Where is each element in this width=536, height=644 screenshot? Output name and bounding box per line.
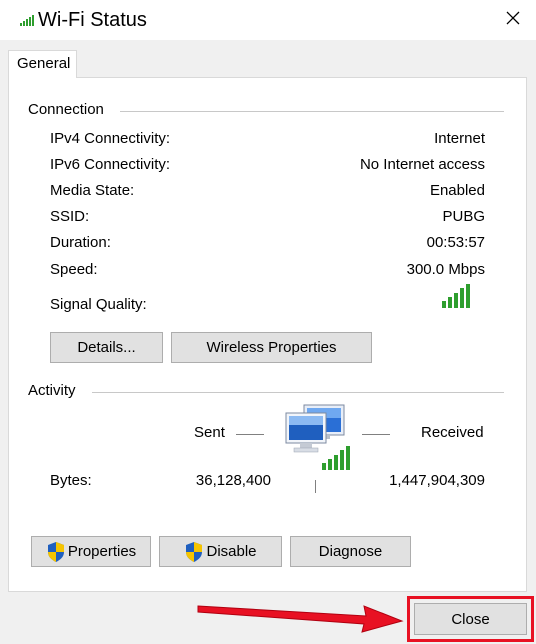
window-title: Wi-Fi Status xyxy=(38,9,147,31)
details-button[interactable]: Details... xyxy=(50,332,163,363)
close-icon xyxy=(506,11,520,25)
received-line xyxy=(362,434,390,435)
ipv4-value: Internet xyxy=(434,130,485,147)
properties-button[interactable]: Properties xyxy=(31,536,151,567)
wifi-signal-icon xyxy=(20,15,34,26)
connection-heading: Connection xyxy=(28,101,110,118)
window-close-button[interactable] xyxy=(490,0,536,36)
duration-value: 00:53:57 xyxy=(426,234,485,251)
ipv4-label: IPv4 Connectivity: xyxy=(50,130,171,147)
activity-divider xyxy=(92,392,504,393)
activity-separator xyxy=(315,480,316,493)
bytes-sent-value: 36,128,400 xyxy=(195,472,271,489)
red-arrow-icon xyxy=(197,605,404,633)
connection-divider xyxy=(120,111,504,112)
diagnose-button[interactable]: Diagnose xyxy=(290,536,411,567)
sent-line xyxy=(236,434,264,435)
tab-general[interactable]: General xyxy=(8,50,77,78)
bytes-label: Bytes: xyxy=(50,472,92,489)
signal-quality-icon xyxy=(442,284,470,308)
ipv6-value: No Internet access xyxy=(359,156,485,173)
ssid-value: PUBG xyxy=(442,208,485,225)
activity-heading: Activity xyxy=(28,382,82,399)
received-label: Received xyxy=(421,424,484,441)
sent-label: Sent xyxy=(194,424,225,441)
ipv6-label: IPv6 Connectivity: xyxy=(50,156,171,173)
speed-label: Speed: xyxy=(50,261,98,278)
network-computers-icon xyxy=(285,404,350,470)
disable-button[interactable]: Disable xyxy=(159,536,282,567)
title-bar: Wi-Fi Status xyxy=(0,0,536,40)
signal-quality-label: Signal Quality: xyxy=(50,296,147,313)
media-state-label: Media State: xyxy=(50,182,135,199)
disable-button-label: Disable xyxy=(206,543,257,560)
duration-label: Duration: xyxy=(50,234,111,251)
media-state-value: Enabled xyxy=(429,182,485,199)
uac-shield-icon xyxy=(186,541,203,562)
tab-general-label: General xyxy=(17,55,71,72)
bytes-received-value: 1,447,904,309 xyxy=(389,472,485,489)
close-highlight-box xyxy=(407,596,534,642)
properties-button-label: Properties xyxy=(67,543,137,560)
wireless-properties-button[interactable]: Wireless Properties xyxy=(171,332,372,363)
speed-value: 300.0 Mbps xyxy=(406,261,485,278)
ssid-label: SSID: xyxy=(50,208,90,225)
uac-shield-icon xyxy=(47,541,64,562)
